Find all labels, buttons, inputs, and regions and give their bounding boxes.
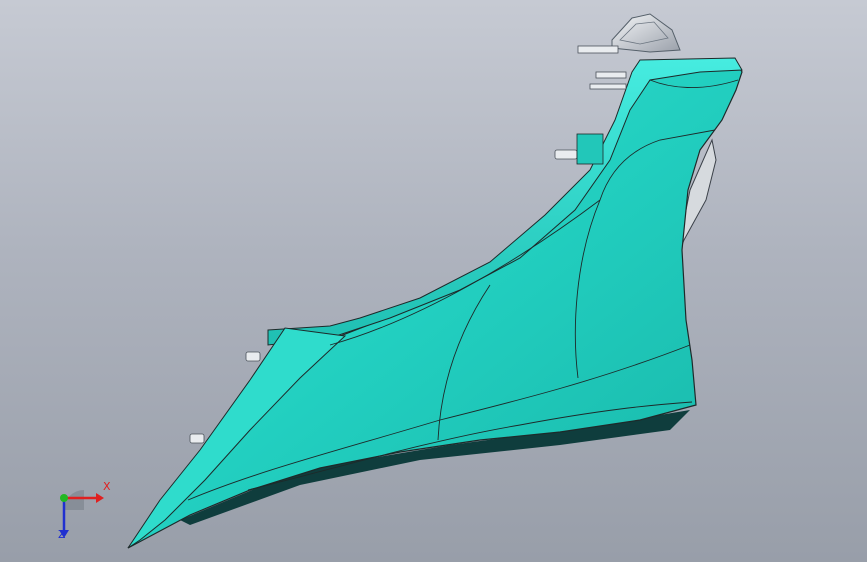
x-axis-arrow (96, 493, 104, 503)
pin-lower-2 (189, 433, 205, 444)
orientation-triad: X Z (40, 478, 120, 548)
main-body-surface[interactable] (127, 59, 743, 549)
x-axis-label: X (103, 480, 111, 493)
3d-viewport[interactable]: X Z (0, 0, 867, 562)
pin-lower-1 (245, 351, 261, 362)
z-axis-label: Z (58, 528, 66, 541)
y-axis-point (60, 494, 68, 502)
cad-model[interactable] (0, 0, 867, 562)
pin-top-bracket (577, 45, 627, 90)
top-end-cap (611, 13, 681, 53)
pin-mid (554, 133, 604, 165)
